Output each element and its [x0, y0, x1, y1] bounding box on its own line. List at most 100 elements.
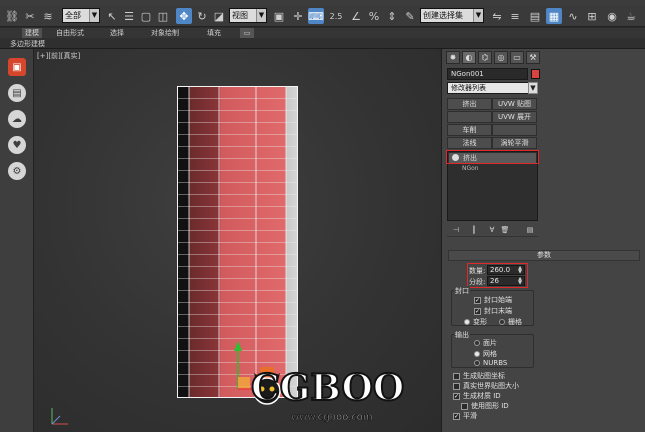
material-editor-icon[interactable]: ◉	[604, 8, 620, 24]
cap-end-label: 封口末端	[484, 307, 512, 315]
watermark-url: www.cgboo.com	[291, 412, 373, 424]
use-shape-id-checkbox[interactable]: 使用图形 ID	[461, 401, 509, 411]
tab-populate[interactable]: 填充	[207, 28, 221, 38]
app-cube-icon[interactable]: ▣	[8, 58, 26, 76]
gen-map-coords-checkbox[interactable]: 生成贴图坐标	[453, 371, 505, 381]
smooth-checkbox[interactable]: ✓ 平滑	[453, 411, 477, 421]
render-setup-icon[interactable]: ☕	[623, 8, 639, 24]
curve-editor-icon[interactable]: ∿	[565, 8, 581, 24]
grid-radio[interactable]: 栅格	[499, 317, 522, 327]
heart-icon[interactable]: ♥	[8, 136, 26, 154]
morph-radio[interactable]: 变形	[464, 317, 487, 327]
hierarchy-tab-icon[interactable]: ⌬	[478, 51, 492, 64]
cap-start-checkbox[interactable]: ✓ 封口始端	[474, 295, 512, 305]
capping-title: 封口	[454, 286, 470, 296]
nurbs-radio[interactable]: NURBS	[474, 359, 507, 367]
mesh-radio[interactable]: 网格	[474, 349, 497, 359]
align-icon[interactable]: ≡	[507, 8, 523, 24]
tab-selection[interactable]: 选择	[110, 28, 124, 38]
selection-filter-dropdown[interactable]: 全部 ▼	[62, 8, 100, 23]
select-by-name-icon[interactable]: ☰	[121, 8, 137, 24]
display-tab-icon[interactable]: ▭	[510, 51, 524, 64]
keyboard-shortcut-icon[interactable]: ⌨	[308, 8, 324, 24]
modifier-btn-turbosmooth[interactable]: 涡轮平滑	[492, 137, 537, 149]
document-icon[interactable]: ▤	[8, 84, 26, 102]
parameters-rollout-header[interactable]: 参数	[448, 250, 640, 261]
modifier-btn-empty-1[interactable]	[447, 111, 492, 123]
cap-end-checkbox[interactable]: ✓ 封口末端	[474, 306, 512, 316]
remove-modifier-icon[interactable]: 🗑	[500, 225, 510, 235]
modifier-btn-normal[interactable]: 法线	[447, 137, 492, 149]
pin-stack-icon[interactable]: ⊣	[451, 225, 461, 235]
layer-manager-icon[interactable]: ▤	[527, 8, 543, 24]
modifier-btn-unwrap-uvw[interactable]: UVW 展开	[492, 111, 537, 123]
viewport-shading-label[interactable]: [真实]	[61, 52, 80, 60]
percent-snap-icon[interactable]: %	[366, 8, 382, 24]
mirror-icon[interactable]: ⇋	[489, 8, 505, 24]
chevron-down-icon: ▼	[89, 9, 99, 22]
link-icon[interactable]: ⛓	[4, 8, 20, 24]
viewport-front[interactable]: [+][前][真实] CGBOO www.cgboo.com	[34, 49, 441, 432]
modify-tab-icon[interactable]: ◐	[462, 51, 476, 64]
cap-start-label: 封口始端	[484, 296, 512, 304]
bind-spacewarp-icon[interactable]: ≋	[40, 8, 56, 24]
spinner-snap-icon[interactable]: ⇕	[384, 8, 400, 24]
axis-tripod-icon	[51, 408, 68, 425]
tab-freeform[interactable]: 自由形式	[56, 28, 84, 38]
select-manipulate-icon[interactable]: ✛	[290, 8, 306, 24]
utilities-tab-icon[interactable]: ⚒	[526, 51, 540, 64]
window-crossing-icon[interactable]: ◫	[155, 8, 171, 24]
gen-mat-id-checkbox[interactable]: ✓ 生成材质 ID	[453, 391, 501, 401]
cloud-icon[interactable]: ☁	[8, 110, 26, 128]
schematic-icon[interactable]: ⊞	[584, 8, 600, 24]
polygon-modeling-label[interactable]: 多边形建模	[10, 39, 45, 49]
object-color-swatch[interactable]	[531, 69, 540, 79]
ribbon-tabs: 建模 自由形式 选择 对象绘制 填充 ▭	[0, 28, 645, 38]
angle-snap-icon[interactable]: ∠	[348, 8, 364, 24]
snap-toggle-icon[interactable]: 2.5	[326, 8, 346, 24]
show-end-result-icon[interactable]: ┃	[469, 225, 479, 235]
create-tab-icon[interactable]: ✸	[446, 51, 460, 64]
viewport-menu-plus[interactable]: [+]	[37, 52, 48, 60]
modifier-list-dropdown[interactable]: 修改器列表	[447, 82, 538, 94]
select-object-icon[interactable]: ↖	[104, 8, 120, 24]
configure-sets-icon[interactable]: ▤	[525, 225, 535, 235]
left-sidebar: ▣ ▤ ☁ ♥ ⚙	[0, 49, 34, 432]
tab-modeling[interactable]: 建模	[22, 28, 42, 38]
checkbox-unchecked-icon	[453, 372, 460, 380]
ribbon-options-icon[interactable]: ▭	[240, 28, 254, 38]
make-unique-icon[interactable]: ∀	[487, 225, 497, 235]
output-title: 输出	[454, 330, 470, 340]
patch-label: 面片	[483, 339, 497, 347]
viewport-label[interactable]: [+][前][真实]	[37, 51, 80, 61]
real-world-map-checkbox[interactable]: 真实世界贴图大小	[453, 381, 519, 391]
pivot-icon[interactable]: ▣	[271, 8, 287, 24]
stack-item-ngon[interactable]: NGon	[462, 165, 479, 172]
gear-icon[interactable]: ⚙	[8, 162, 26, 180]
ref-coord-value: 视图	[232, 11, 248, 20]
named-selection-dropdown[interactable]: 创建选择集 ▼	[420, 8, 484, 23]
patch-radio[interactable]: 面片	[474, 338, 497, 348]
rect-select-icon[interactable]: ▢	[138, 8, 154, 24]
graphite-toggle-icon[interactable]: ▦	[546, 8, 562, 24]
chevron-down-icon[interactable]: ▼	[528, 82, 538, 94]
ref-coord-dropdown[interactable]: 视图 ▼	[229, 8, 267, 23]
motion-tab-icon[interactable]: ◎	[494, 51, 508, 64]
named-selection-value: 创建选择集	[423, 11, 463, 20]
object-name-field[interactable]: NGon001	[447, 68, 528, 80]
modifier-btn-uvw-map[interactable]: UVW 贴图	[492, 98, 537, 110]
edit-named-sel-icon[interactable]: ✎	[402, 8, 418, 24]
rotate-icon[interactable]: ↻	[194, 8, 210, 24]
scale-icon[interactable]: ◪	[211, 8, 227, 24]
modifier-btn-lathe[interactable]: 车削	[447, 124, 492, 136]
main-toolbar: ⛓ ✂ ≋ 全部 ▼ ↖ ☰ ▢ ◫ ✥ ↻ ◪ 视图 ▼ ▣ ✛ ⌨ 2.5 …	[0, 5, 645, 27]
unlink-icon[interactable]: ✂	[22, 8, 38, 24]
command-panel-tabs: ✸ ◐ ⌬ ◎ ▭ ⚒	[444, 51, 644, 65]
viewport-pov-label[interactable]: [前]	[48, 52, 60, 60]
modifier-btn-empty-2[interactable]	[492, 124, 537, 136]
tab-object-paint[interactable]: 对象绘制	[151, 28, 179, 38]
checkbox-checked-icon: ✓	[474, 307, 481, 315]
mesh-label: 网格	[483, 350, 497, 358]
modifier-btn-extrude[interactable]: 挤出	[447, 98, 492, 110]
move-icon[interactable]: ✥	[176, 8, 192, 24]
